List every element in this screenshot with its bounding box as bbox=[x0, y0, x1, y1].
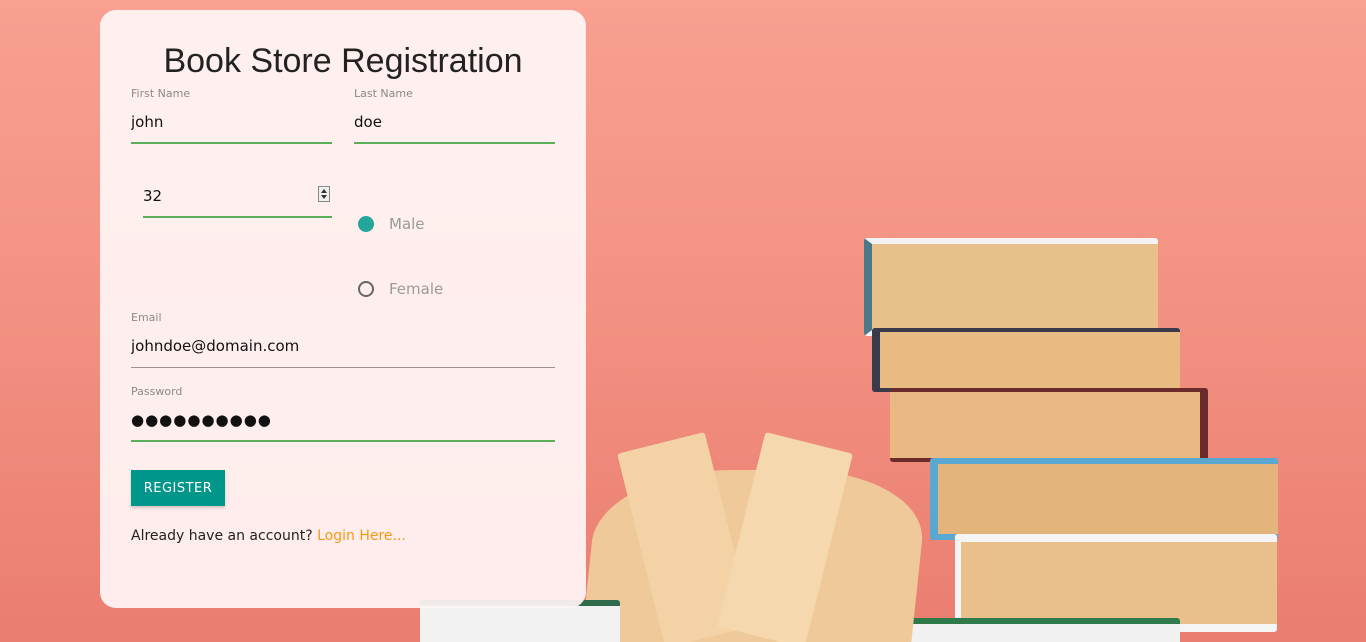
email-input[interactable] bbox=[131, 336, 551, 356]
password-field: Password bbox=[131, 385, 555, 445]
first-name-label: First Name bbox=[131, 87, 191, 100]
gender-radio-male[interactable]: Male bbox=[358, 215, 425, 233]
book-image bbox=[880, 618, 1180, 642]
first-name-underline bbox=[131, 142, 332, 144]
first-name-field: First Name bbox=[131, 87, 332, 147]
age-stepper[interactable] bbox=[318, 186, 330, 202]
registration-card: Book Store Registration First Name Last … bbox=[100, 10, 586, 608]
password-input[interactable] bbox=[131, 410, 551, 430]
age-input[interactable] bbox=[143, 186, 293, 206]
last-name-input[interactable] bbox=[354, 112, 554, 132]
book-image bbox=[872, 328, 1180, 392]
last-name-underline bbox=[354, 142, 555, 144]
last-name-label: Last Name bbox=[354, 87, 413, 100]
radio-selected-icon[interactable] bbox=[358, 216, 374, 232]
password-underline bbox=[131, 440, 555, 442]
book-stack-image bbox=[864, 238, 1158, 336]
radio-unselected-icon[interactable] bbox=[358, 281, 374, 297]
login-prompt: Already have an account? Login Here... bbox=[131, 528, 406, 544]
email-label: Email bbox=[131, 311, 162, 324]
book-image bbox=[930, 458, 1278, 540]
login-prompt-text: Already have an account? bbox=[131, 528, 313, 544]
register-button[interactable]: REGISTER bbox=[131, 470, 225, 506]
chevron-up-icon[interactable] bbox=[321, 189, 327, 193]
age-underline bbox=[143, 216, 332, 218]
last-name-field: Last Name bbox=[354, 87, 555, 147]
gender-male-label: Male bbox=[389, 215, 425, 233]
page-title: Book Store Registration bbox=[163, 42, 523, 80]
first-name-input[interactable] bbox=[131, 112, 331, 132]
age-field bbox=[143, 180, 332, 220]
email-underline bbox=[131, 367, 555, 368]
book-image bbox=[890, 388, 1208, 462]
login-link[interactable]: Login Here... bbox=[317, 528, 406, 544]
email-field: Email bbox=[131, 311, 555, 371]
password-label: Password bbox=[131, 385, 183, 398]
gender-female-label: Female bbox=[389, 280, 444, 298]
gender-radio-female[interactable]: Female bbox=[358, 280, 443, 298]
chevron-down-icon[interactable] bbox=[321, 195, 327, 199]
